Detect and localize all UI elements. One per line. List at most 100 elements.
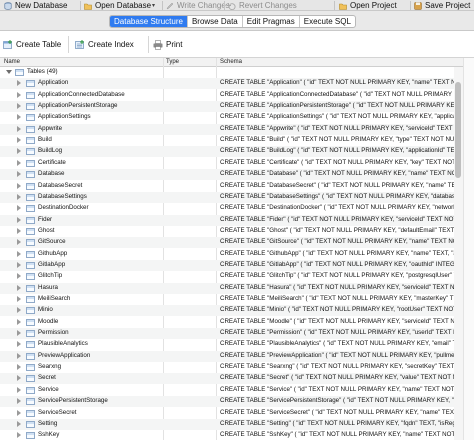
tab-database-structure[interactable]: Database Structure	[110, 16, 188, 27]
new-database-button[interactable]: New Database	[4, 0, 67, 10]
print-label: Print	[166, 40, 183, 49]
disclosure-open-icon[interactable]	[6, 70, 12, 74]
table-row[interactable]: ApplicationSettings CREATE TABLE "Applica…	[0, 112, 474, 123]
table-row[interactable]: Build CREATE TABLE "Build" ( "id" TEXT NO…	[0, 135, 474, 146]
table-row[interactable]: Hasura CREATE TABLE "Hasura" ( "id" TEXT …	[0, 283, 474, 294]
disclosure-collapsed-icon[interactable]	[17, 183, 21, 189]
open-database-button[interactable]: Open Database	[84, 0, 151, 10]
table-row[interactable]: Moodle CREATE TABLE "Moodle" ( "id" TEXT …	[0, 317, 474, 328]
disclosure-collapsed-icon[interactable]	[17, 251, 21, 257]
disclosure-collapsed-icon[interactable]	[17, 364, 21, 370]
table-row[interactable]: GitlabApp CREATE TABLE "GitlabApp" ( "id"…	[0, 260, 474, 271]
disclosure-collapsed-icon[interactable]	[17, 296, 21, 302]
disclosure-collapsed-icon[interactable]	[17, 375, 21, 381]
disclosure-collapsed-icon[interactable]	[17, 353, 21, 359]
revert-changes-button[interactable]: Revert Changes	[228, 0, 297, 10]
table-row[interactable]: DatabaseSettings CREATE TABLE "DatabaseSe…	[0, 192, 474, 203]
table-row[interactable]: GithubApp CREATE TABLE "GithubApp" ( "id"…	[0, 249, 474, 260]
new-database-icon	[4, 1, 12, 10]
table-schema: CREATE TABLE "DestinationDocker" ( "id" …	[220, 204, 454, 211]
tab-edit-pragmas[interactable]: Edit Pragmas	[243, 16, 300, 27]
disclosure-collapsed-icon[interactable]	[17, 387, 21, 393]
table-icon	[26, 160, 35, 167]
write-changes-button[interactable]: Write Changes	[166, 0, 230, 10]
open-project-button[interactable]: Open Project	[339, 0, 397, 10]
table-row[interactable]: ServiceSecret CREATE TABLE "ServiceSecret…	[0, 408, 474, 419]
create-index-button[interactable]: Create Index	[75, 39, 134, 50]
table-row[interactable]: Secret CREATE TABLE "Secret" ( "id" TEXT …	[0, 373, 474, 384]
table-row[interactable]: Minio CREATE TABLE "Minio" ( "id" TEXT NO…	[0, 305, 474, 316]
disclosure-collapsed-icon[interactable]	[17, 160, 21, 166]
table-row[interactable]: SshKey CREATE TABLE "SshKey" ( "id" TEXT …	[0, 430, 474, 440]
table-row[interactable]: Appwrite CREATE TABLE "Appwrite" ( "id" T…	[0, 124, 474, 135]
disclosure-collapsed-icon[interactable]	[17, 137, 21, 143]
table-row[interactable]: DatabaseSecret CREATE TABLE "DatabaseSecr…	[0, 181, 474, 192]
disclosure-collapsed-icon[interactable]	[17, 262, 21, 268]
table-schema: CREATE TABLE "Fider" ( "id" TEXT NOT NUL…	[220, 216, 454, 223]
disclosure-collapsed-icon[interactable]	[17, 205, 21, 211]
table-name: Permission	[38, 329, 69, 336]
table-icon	[26, 126, 35, 133]
tree-group-tables[interactable]: Tables (49)	[0, 67, 474, 78]
table-row[interactable]: Service CREATE TABLE "Service" ( "id" TEX…	[0, 385, 474, 396]
structure-tree[interactable]: Tables (49) Application CREATE TABLE "App…	[0, 67, 474, 440]
disclosure-collapsed-icon[interactable]	[17, 307, 21, 313]
column-schema-header[interactable]: Schema	[220, 59, 242, 65]
tab-bar: Database Structure Browse Data Edit Prag…	[0, 11, 474, 31]
create-table-button[interactable]: Create Table	[3, 39, 61, 50]
print-button[interactable]: Print	[153, 39, 182, 50]
table-row[interactable]: Database CREATE TABLE "Database" ( "id" T…	[0, 169, 474, 180]
table-row[interactable]: PlausibleAnalytics CREATE TABLE "Plausibl…	[0, 339, 474, 350]
table-row[interactable]: ServicePersistentStorage CREATE TABLE "Se…	[0, 396, 474, 407]
disclosure-collapsed-icon[interactable]	[17, 421, 21, 427]
save-project-button[interactable]: Save Project	[414, 0, 470, 10]
disclosure-collapsed-icon[interactable]	[17, 273, 21, 279]
table-row[interactable]: Searxng CREATE TABLE "Searxng" ( "id" TEX…	[0, 362, 474, 373]
column-type-header[interactable]: Type	[166, 59, 179, 65]
table-schema: CREATE TABLE "GitSource" ( "id" TEXT NOT…	[220, 238, 454, 245]
table-row[interactable]: Setting CREATE TABLE "Setting" ( "id" TEX…	[0, 419, 474, 430]
disclosure-collapsed-icon[interactable]	[17, 114, 21, 120]
table-row[interactable]: GitSource CREATE TABLE "GitSource" ( "id"…	[0, 237, 474, 248]
table-row[interactable]: Ghost CREATE TABLE "Ghost" ( "id" TEXT NO…	[0, 226, 474, 237]
table-row[interactable]: ApplicationConnectedDatabase CREATE TABLE…	[0, 90, 474, 101]
disclosure-collapsed-icon[interactable]	[17, 228, 21, 234]
table-name: Minio	[38, 306, 53, 313]
table-row[interactable]: BuildLog CREATE TABLE "BuildLog" ( "id" T…	[0, 146, 474, 157]
disclosure-collapsed-icon[interactable]	[17, 171, 21, 177]
tab-browse-data[interactable]: Browse Data	[188, 16, 243, 27]
disclosure-collapsed-icon[interactable]	[17, 80, 21, 86]
open-project-icon	[339, 3, 347, 10]
table-row[interactable]: Fider CREATE TABLE "Fider" ( "id" TEXT NO…	[0, 215, 474, 226]
tab-execute-sql[interactable]: Execute SQL	[300, 16, 355, 27]
disclosure-collapsed-icon[interactable]	[17, 239, 21, 245]
table-row[interactable]: GlitchTip CREATE TABLE "GlitchTip" ( "id"…	[0, 271, 474, 282]
action-divider	[148, 36, 149, 53]
disclosure-collapsed-icon[interactable]	[17, 103, 21, 109]
disclosure-collapsed-icon[interactable]	[17, 126, 21, 132]
table-row[interactable]: MeiliSearch CREATE TABLE "MeiliSearch" ( …	[0, 294, 474, 305]
table-icon	[26, 205, 35, 212]
table-row[interactable]: PreviewApplication CREATE TABLE "PreviewA…	[0, 351, 474, 362]
table-row[interactable]: Application CREATE TABLE "Application" ( …	[0, 78, 474, 89]
table-row[interactable]: ApplicationPersistentStorage CREATE TABLE…	[0, 101, 474, 112]
table-row[interactable]: Permission CREATE TABLE "Permission" ( "i…	[0, 328, 474, 339]
disclosure-collapsed-icon[interactable]	[17, 330, 21, 336]
disclosure-collapsed-icon[interactable]	[17, 148, 21, 154]
scrollbar-thumb[interactable]	[455, 82, 461, 178]
disclosure-collapsed-icon[interactable]	[17, 410, 21, 416]
column-name-header[interactable]: Name	[4, 59, 20, 65]
disclosure-collapsed-icon[interactable]	[17, 285, 21, 291]
table-row[interactable]: DestinationDocker CREATE TABLE "Destinati…	[0, 203, 474, 214]
table-schema: CREATE TABLE "Searxng" ( "id" TEXT NOT N…	[220, 363, 454, 370]
disclosure-collapsed-icon[interactable]	[17, 319, 21, 325]
disclosure-collapsed-icon[interactable]	[17, 398, 21, 404]
disclosure-collapsed-icon[interactable]	[17, 432, 21, 438]
disclosure-collapsed-icon[interactable]	[17, 217, 21, 223]
open-database-dropdown[interactable]: ▾	[152, 0, 155, 10]
table-icon	[26, 421, 35, 428]
disclosure-collapsed-icon[interactable]	[17, 194, 21, 200]
disclosure-collapsed-icon[interactable]	[17, 92, 21, 98]
table-row[interactable]: Certificate CREATE TABLE "Certificate" ( …	[0, 158, 474, 169]
disclosure-collapsed-icon[interactable]	[17, 341, 21, 347]
